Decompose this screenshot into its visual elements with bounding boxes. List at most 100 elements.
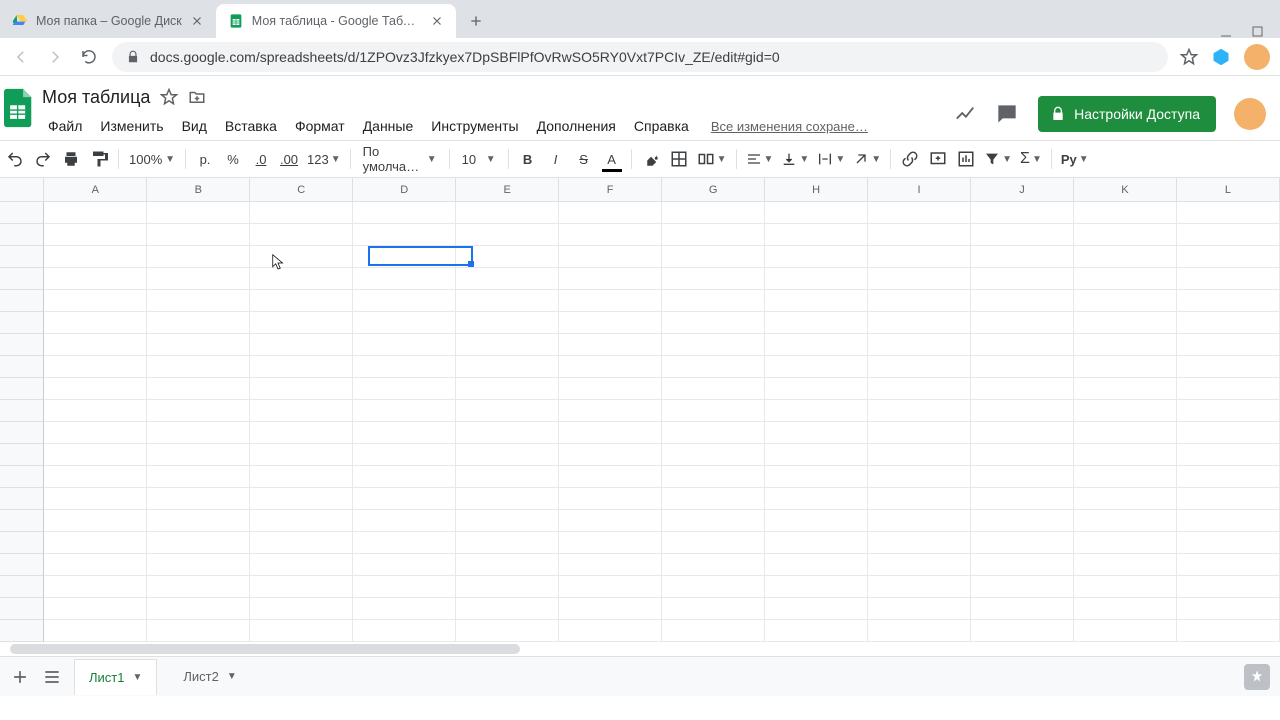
select-all-corner[interactable]: [0, 178, 44, 201]
cell[interactable]: [250, 334, 353, 356]
cell[interactable]: [44, 312, 147, 334]
cell[interactable]: [971, 576, 1074, 598]
cell[interactable]: [44, 554, 147, 576]
cell[interactable]: [971, 224, 1074, 246]
cell[interactable]: [1177, 378, 1280, 400]
cell[interactable]: [765, 598, 868, 620]
cell[interactable]: [250, 554, 353, 576]
cell[interactable]: [147, 488, 250, 510]
cell[interactable]: [559, 554, 662, 576]
cell[interactable]: [1074, 444, 1177, 466]
close-icon[interactable]: [190, 14, 204, 28]
cell[interactable]: [44, 466, 147, 488]
cell[interactable]: [1177, 466, 1280, 488]
row-header[interactable]: [0, 598, 44, 620]
back-button[interactable]: [10, 46, 32, 68]
cell[interactable]: [250, 466, 353, 488]
format-currency-button[interactable]: р.: [192, 146, 218, 172]
cell[interactable]: [456, 224, 559, 246]
cell[interactable]: [868, 422, 971, 444]
cell[interactable]: [250, 246, 353, 268]
row-header[interactable]: [0, 356, 44, 378]
cell[interactable]: [1074, 290, 1177, 312]
cell[interactable]: [1074, 576, 1177, 598]
cell[interactable]: [1074, 400, 1177, 422]
column-header[interactable]: H: [765, 178, 868, 201]
menu-addons[interactable]: Дополнения: [529, 116, 624, 136]
menu-view[interactable]: Вид: [174, 116, 215, 136]
row-header[interactable]: [0, 312, 44, 334]
cell[interactable]: [456, 554, 559, 576]
cell[interactable]: [456, 378, 559, 400]
cell[interactable]: [1074, 378, 1177, 400]
cell[interactable]: [765, 422, 868, 444]
cell[interactable]: [868, 202, 971, 224]
cell[interactable]: [353, 224, 456, 246]
cell[interactable]: [44, 444, 147, 466]
cell[interactable]: [250, 576, 353, 598]
column-header[interactable]: A: [44, 178, 147, 201]
cell[interactable]: [1177, 510, 1280, 532]
profile-avatar[interactable]: [1244, 44, 1270, 70]
cell[interactable]: [1074, 598, 1177, 620]
insert-link-button[interactable]: [897, 146, 923, 172]
cell[interactable]: [44, 422, 147, 444]
cell[interactable]: [971, 422, 1074, 444]
cell[interactable]: [44, 356, 147, 378]
cell[interactable]: [1074, 554, 1177, 576]
cell[interactable]: [559, 268, 662, 290]
save-status[interactable]: Все изменения сохране…: [699, 119, 868, 134]
row-header[interactable]: [0, 466, 44, 488]
cell[interactable]: [662, 554, 765, 576]
cell[interactable]: [1177, 356, 1280, 378]
column-header[interactable]: E: [456, 178, 559, 201]
cell[interactable]: [456, 488, 559, 510]
column-header[interactable]: C: [250, 178, 353, 201]
sheets-logo[interactable]: [0, 82, 40, 140]
cell[interactable]: [765, 312, 868, 334]
row-header[interactable]: [0, 532, 44, 554]
cell[interactable]: [971, 598, 1074, 620]
cell[interactable]: [662, 510, 765, 532]
cell[interactable]: [662, 334, 765, 356]
cell[interactable]: [765, 466, 868, 488]
cell[interactable]: [353, 290, 456, 312]
cell[interactable]: [353, 598, 456, 620]
menu-format[interactable]: Формат: [287, 116, 353, 136]
menu-edit[interactable]: Изменить: [92, 116, 171, 136]
cell[interactable]: [559, 378, 662, 400]
cell[interactable]: [1074, 510, 1177, 532]
column-header[interactable]: L: [1177, 178, 1280, 201]
cell[interactable]: [662, 620, 765, 642]
cell[interactable]: [1074, 202, 1177, 224]
cell[interactable]: [456, 598, 559, 620]
cell[interactable]: [559, 290, 662, 312]
cell[interactable]: [456, 620, 559, 642]
cell[interactable]: [868, 334, 971, 356]
cell[interactable]: [559, 356, 662, 378]
cell[interactable]: [456, 532, 559, 554]
cell[interactable]: [868, 532, 971, 554]
cell[interactable]: [662, 532, 765, 554]
cell[interactable]: [1177, 268, 1280, 290]
cell[interactable]: [353, 202, 456, 224]
cell[interactable]: [662, 444, 765, 466]
cell[interactable]: [147, 422, 250, 444]
format-percent-button[interactable]: %: [220, 146, 246, 172]
italic-button[interactable]: I: [543, 146, 569, 172]
row-header[interactable]: [0, 554, 44, 576]
cell[interactable]: [250, 422, 353, 444]
cell[interactable]: [147, 290, 250, 312]
cell[interactable]: [662, 312, 765, 334]
cell[interactable]: [147, 400, 250, 422]
cell[interactable]: [662, 400, 765, 422]
horizontal-scrollbar[interactable]: [10, 644, 520, 654]
cell[interactable]: [868, 576, 971, 598]
column-header[interactable]: D: [353, 178, 456, 201]
cell[interactable]: [559, 400, 662, 422]
paint-format-button[interactable]: [86, 146, 112, 172]
cell[interactable]: [662, 422, 765, 444]
cell[interactable]: [765, 224, 868, 246]
cell[interactable]: [868, 444, 971, 466]
cell[interactable]: [456, 202, 559, 224]
